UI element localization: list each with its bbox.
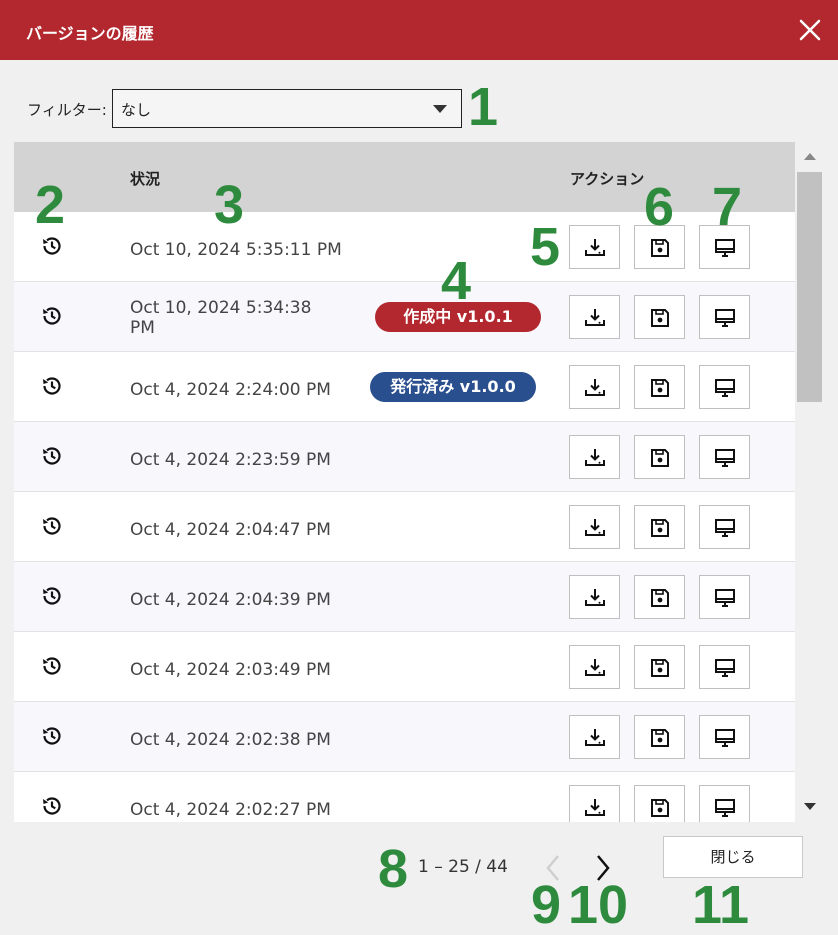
preview-button[interactable] [699, 295, 750, 339]
table-row: Oct 4, 2024 2:23:59 PM [14, 422, 795, 492]
table-row: Oct 10, 2024 5:35:11 PM [14, 212, 795, 282]
scroll-down-arrow-icon[interactable] [804, 803, 816, 810]
table-row: Oct 4, 2024 2:02:38 PM [14, 702, 795, 772]
pagination-range: 1 – 25 / 44 [418, 857, 508, 877]
table-row: Oct 4, 2024 2:24:00 PM 発行済み v1.0.0 [14, 352, 795, 422]
preview-button[interactable] [699, 575, 750, 619]
chevron-down-icon [433, 105, 447, 113]
scrollbar[interactable] [796, 142, 824, 822]
history-icon[interactable] [40, 514, 64, 538]
history-icon[interactable] [40, 374, 64, 398]
save-button[interactable] [634, 785, 685, 822]
annotation-number: 2 [35, 175, 66, 235]
download-button[interactable] [569, 505, 620, 549]
preview-button[interactable] [699, 645, 750, 689]
annotation-number: 10 [568, 875, 629, 935]
save-button[interactable] [634, 715, 685, 759]
version-date: Oct 10, 2024 5:35:11 PM [130, 240, 342, 260]
download-button[interactable] [569, 295, 620, 339]
annotation-number: 8 [378, 839, 409, 899]
filter-label: フィルター: [27, 101, 107, 119]
history-icon[interactable] [40, 794, 64, 818]
table-body: Oct 10, 2024 5:35:11 PM Oct 10, 2024 5:34… [14, 212, 795, 822]
annotation-number: 4 [441, 251, 472, 311]
preview-button[interactable] [699, 505, 750, 549]
download-button[interactable] [569, 575, 620, 619]
preview-button[interactable] [699, 785, 750, 822]
table-row: Oct 4, 2024 2:02:27 PM [14, 772, 795, 822]
close-icon [799, 19, 821, 41]
history-icon[interactable] [40, 444, 64, 468]
annotation-number: 1 [468, 77, 499, 137]
history-icon[interactable] [40, 654, 64, 678]
version-date: Oct 4, 2024 2:03:49 PM [130, 660, 331, 680]
history-icon[interactable] [40, 234, 64, 258]
save-button[interactable] [634, 365, 685, 409]
version-history-dialog: バージョンの履歴 フィルター: なし 状況 アクション Oct 10, 2024… [0, 0, 838, 934]
version-badge: 発行済み v1.0.0 [370, 372, 536, 402]
annotation-number: 7 [712, 177, 743, 237]
download-button[interactable] [569, 225, 620, 269]
close-dialog-button[interactable]: 閉じる [663, 836, 803, 878]
table-row: Oct 4, 2024 2:04:39 PM [14, 562, 795, 632]
download-button[interactable] [569, 435, 620, 479]
preview-button[interactable] [699, 365, 750, 409]
filter-value: なし [121, 101, 152, 119]
history-icon[interactable] [40, 304, 64, 328]
dialog-title: バージョンの履歴 [26, 24, 154, 43]
close-button[interactable] [790, 10, 830, 50]
download-button[interactable] [569, 785, 620, 822]
scroll-up-arrow-icon[interactable] [804, 153, 816, 160]
download-button[interactable] [569, 715, 620, 759]
version-date: Oct 4, 2024 2:24:00 PM [130, 380, 331, 400]
preview-button[interactable] [699, 435, 750, 479]
history-icon[interactable] [40, 584, 64, 608]
version-date: Oct 4, 2024 2:04:39 PM [130, 590, 331, 610]
save-button[interactable] [634, 575, 685, 619]
version-date: Oct 4, 2024 2:23:59 PM [130, 450, 331, 470]
table-row: Oct 10, 2024 5:34:38 PM 作成中 v1.0.1 [14, 282, 795, 352]
title-bar: バージョンの履歴 [0, 0, 838, 60]
column-header-status: 状況 [130, 170, 161, 188]
version-date: Oct 4, 2024 2:02:27 PM [130, 800, 331, 820]
save-button[interactable] [634, 435, 685, 479]
annotation-number: 5 [530, 217, 561, 277]
save-button[interactable] [634, 505, 685, 549]
annotation-number: 3 [214, 175, 245, 235]
annotation-number: 6 [644, 177, 675, 237]
version-table: 状況 アクション Oct 10, 2024 5:35:11 PM Oct 10, … [14, 142, 795, 822]
download-button[interactable] [569, 365, 620, 409]
save-button[interactable] [634, 295, 685, 339]
table-row: Oct 4, 2024 2:04:47 PM [14, 492, 795, 562]
annotation-number: 11 [692, 875, 750, 935]
column-header-action: アクション [570, 170, 645, 188]
annotation-number: 9 [531, 875, 562, 935]
table-row: Oct 4, 2024 2:03:49 PM [14, 632, 795, 702]
preview-button[interactable] [699, 715, 750, 759]
scroll-thumb[interactable] [797, 172, 822, 402]
version-date: Oct 4, 2024 2:04:47 PM [130, 520, 331, 540]
history-icon[interactable] [40, 724, 64, 748]
table-header: 状況 アクション [14, 142, 795, 212]
filter-select[interactable]: なし [112, 89, 462, 128]
save-button[interactable] [634, 645, 685, 689]
download-button[interactable] [569, 645, 620, 689]
version-date: Oct 4, 2024 2:02:38 PM [130, 730, 331, 750]
version-date: Oct 10, 2024 5:34:38 PM [130, 298, 312, 338]
